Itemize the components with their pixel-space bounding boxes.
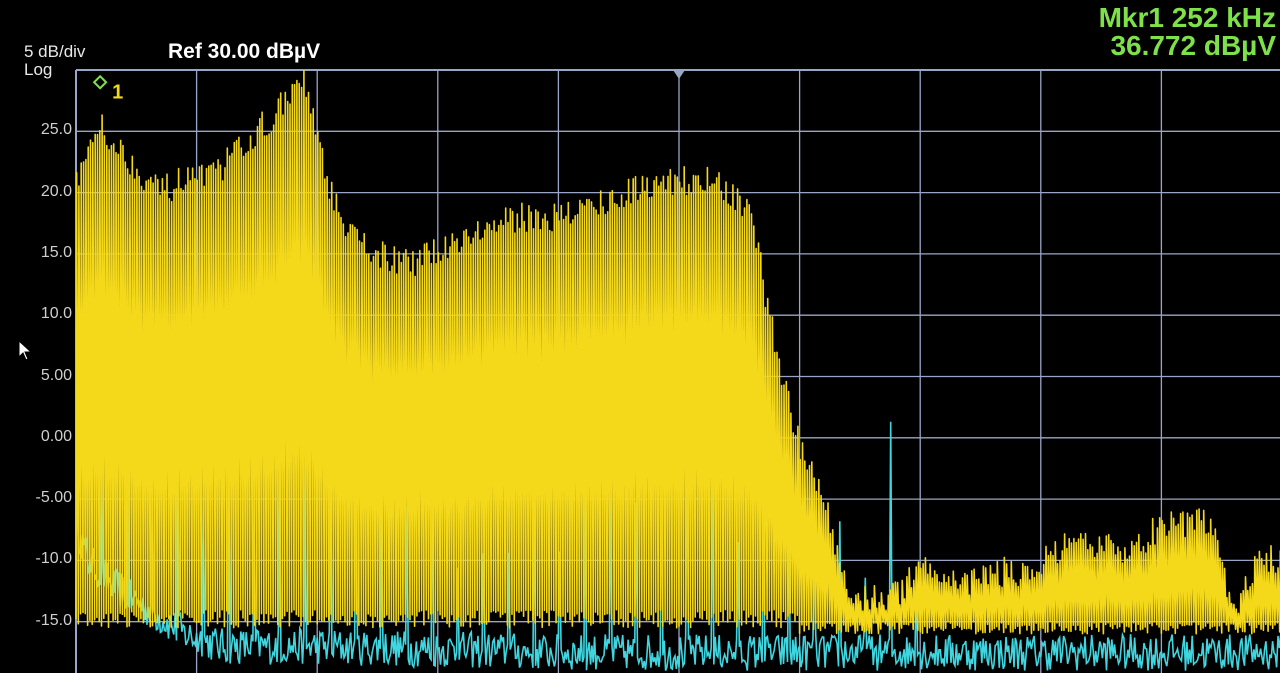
marker-1-label: 1 [112,81,123,103]
y-tick-label: 20.0 [40,182,72,200]
marker-amplitude-readout: 36.772 dBµV [1110,30,1276,61]
scale-type: Log [24,60,53,79]
reference-level: Ref 30.00 dBµV [168,40,321,63]
mouse-pointer-icon [18,340,33,361]
y-tick-label: -5.00 [35,489,72,507]
y-tick-label: -15.0 [35,611,72,629]
y-tick-label: 25.0 [40,121,72,139]
trace-1-line [75,69,1280,635]
scale-per-division: 5 dB/div [24,42,86,61]
center-frequency-marker [673,70,685,79]
y-tick-label: 15.0 [40,243,72,261]
y-tick-label: -10.0 [35,550,72,568]
marker-layer: 1 [92,74,123,103]
y-tick-label: 0.00 [40,427,72,445]
y-tick-label: 5.00 [40,366,72,384]
trace-1 [75,69,1280,635]
y-tick-label: 10.0 [40,305,72,323]
marker-1-icon [92,74,108,90]
spectrum-plot: 1 [75,69,1280,673]
